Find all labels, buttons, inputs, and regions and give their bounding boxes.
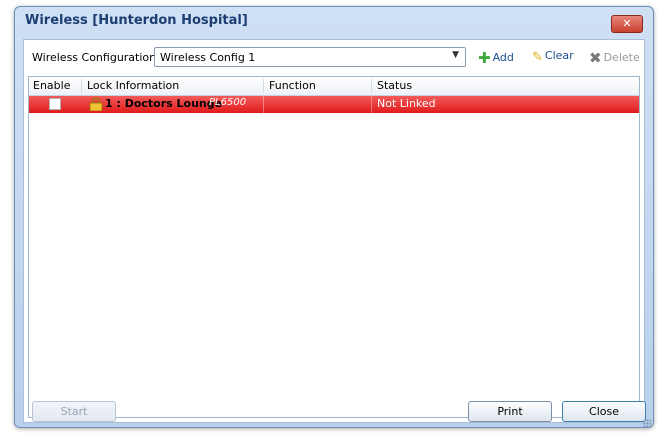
lock-model: PL6500 — [209, 97, 247, 108]
toolbar: Wireless Configuration: Wireless Config … — [24, 40, 644, 74]
column-header-function[interactable]: Function — [269, 79, 316, 92]
table-row[interactable]: 1 : Doctors Lounge PL6500 Not Linked — [29, 96, 639, 113]
row-divider — [263, 96, 264, 113]
config-select[interactable]: Wireless Config 1 ▼ — [154, 47, 466, 67]
enable-checkbox[interactable] — [49, 98, 61, 110]
column-divider[interactable] — [371, 79, 372, 93]
dialog-title: Wireless [Hunterdon Hospital] — [25, 13, 248, 28]
column-header-lock-information[interactable]: Lock Information — [87, 79, 179, 92]
chevron-down-icon: ▼ — [452, 50, 459, 60]
column-divider[interactable] — [263, 79, 264, 93]
lock-name: 1 : Doctors Lounge — [105, 97, 223, 110]
x-icon: ✖ — [589, 49, 602, 67]
config-value: Wireless Config 1 — [160, 51, 256, 64]
column-header-enable[interactable]: Enable — [33, 79, 70, 92]
close-window-button[interactable]: ✕ — [611, 15, 643, 33]
dialog-footer: Start Print Close — [15, 399, 653, 429]
dialog-body: Wireless Configuration: Wireless Config … — [23, 39, 645, 423]
config-label: Wireless Configuration: — [32, 51, 160, 64]
lock-icon — [89, 97, 103, 111]
column-header-status[interactable]: Status — [377, 79, 412, 92]
locks-table: Enable Lock Information Function Status … — [28, 76, 640, 418]
status-cell: Not Linked — [377, 97, 436, 110]
clear-button[interactable]: ✎ Clear — [532, 49, 574, 65]
print-button[interactable]: Print — [468, 401, 552, 422]
broom-icon: ✎ — [532, 50, 543, 65]
wireless-dialog: Wireless [Hunterdon Hospital] ✕ Wireless… — [14, 6, 654, 428]
resize-grip-icon[interactable] — [643, 419, 651, 427]
add-label: Add — [492, 51, 514, 64]
start-button[interactable]: Start — [32, 401, 116, 422]
add-button[interactable]: ✚ Add — [478, 49, 514, 67]
close-button[interactable]: Close — [562, 401, 646, 422]
column-divider[interactable] — [81, 79, 82, 93]
plus-icon: ✚ — [478, 49, 491, 67]
clear-label: Clear — [544, 49, 574, 62]
row-divider — [371, 96, 372, 113]
table-header: Enable Lock Information Function Status — [29, 77, 639, 96]
delete-button[interactable]: ✖ Delete — [589, 49, 640, 67]
title-bar: Wireless [Hunterdon Hospital] ✕ — [15, 7, 653, 37]
delete-label: Delete — [603, 51, 640, 64]
